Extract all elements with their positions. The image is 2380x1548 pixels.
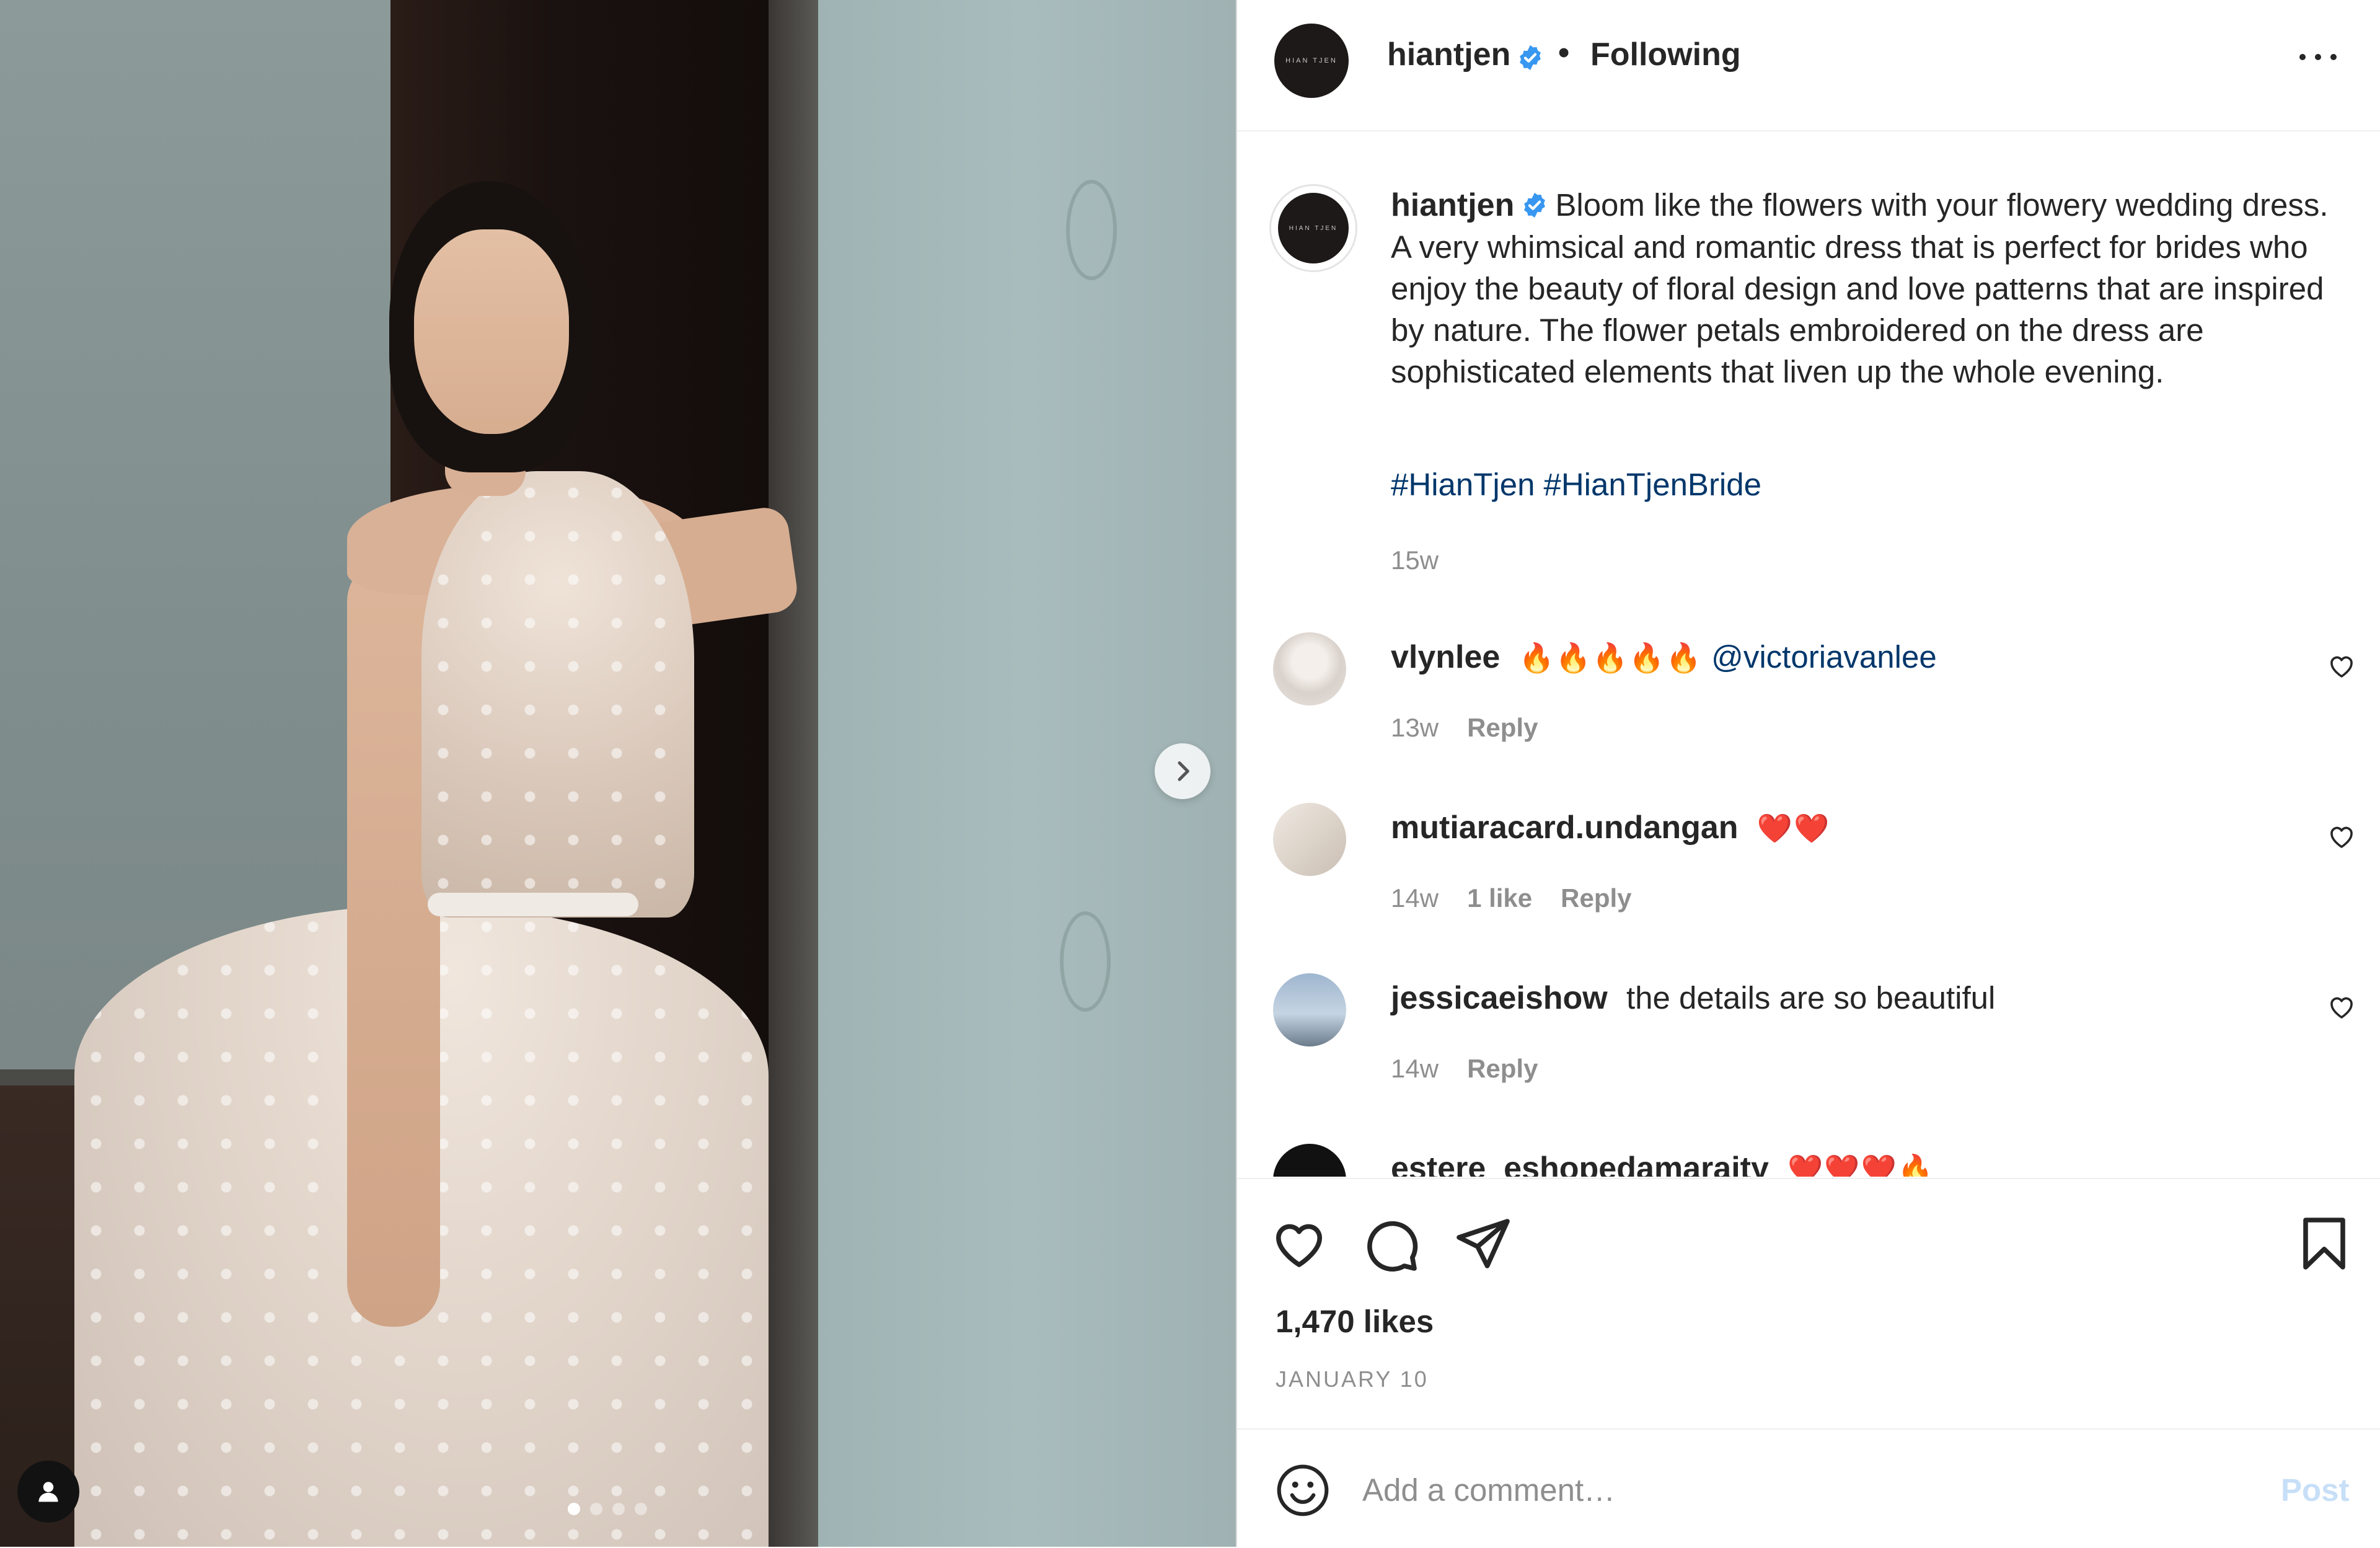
comment-text-line: estere_eshopedamaraity ❤️❤️❤️🔥 — [1391, 1150, 1934, 1177]
comment-like-heart-icon[interactable] — [2327, 992, 2356, 1022]
comment-reply-button[interactable]: Reply — [1561, 883, 1631, 913]
comment-timestamp[interactable]: 14w — [1391, 1054, 1439, 1084]
comment-emoji: ❤️❤️ — [1756, 812, 1831, 845]
comment-reply-button[interactable]: Reply — [1467, 1054, 1538, 1084]
following-button[interactable]: Following — [1590, 36, 1741, 73]
author-username[interactable]: hiantjen — [1387, 36, 1510, 73]
post-date[interactable]: JANUARY 10 — [1276, 1366, 1429, 1392]
commenter-avatar[interactable] — [1273, 803, 1346, 876]
comment-timestamp[interactable]: 14w — [1391, 883, 1439, 913]
comment-meta: 14w 1 like Reply — [1391, 883, 1632, 913]
commenter-avatar[interactable] — [1273, 973, 1346, 1046]
comment-row: mutiaracard.undangan ❤️❤️ 14w 1 like Rep… — [1237, 803, 2380, 964]
hashtag-link[interactable]: #HianTjen — [1391, 467, 1535, 502]
comment-timestamp[interactable]: 13w — [1391, 713, 1439, 743]
comment-text: the details are so beautiful — [1626, 980, 1996, 1015]
more-options-icon[interactable] — [2299, 45, 2337, 69]
avatar-logo-text: HIAN TJEN — [1289, 224, 1338, 232]
comment-text-line: vlynlee 🔥🔥🔥🔥🔥 @victoriavanlee — [1391, 639, 1937, 676]
comment-like-heart-icon[interactable] — [2327, 821, 2356, 851]
instagram-post-window: HIAN TJEN hiantjen • Following HIAN TJEN… — [0, 0, 2380, 1547]
comments-section[interactable]: HIAN TJEN hiantjen Bloom like the flower… — [1237, 131, 2380, 1177]
dress-belt — [428, 893, 638, 916]
bookmark-icon[interactable] — [2294, 1214, 2354, 1273]
comment-row: estere_eshopedamaraity ❤️❤️❤️🔥 — [1237, 1144, 2380, 1177]
header-separator: • — [1558, 35, 1570, 71]
post-side-panel: HIAN TJEN hiantjen • Following HIAN TJEN… — [1236, 0, 2380, 1547]
comment-text-line: mutiaracard.undangan ❤️❤️ — [1391, 809, 1830, 846]
post-caption: hiantjen Bloom like the flowers with you… — [1391, 184, 2333, 392]
carousel-dot — [590, 1503, 602, 1515]
comment-input[interactable] — [1361, 1458, 2231, 1521]
comment-meta: 13w Reply — [1391, 713, 1538, 743]
carousel-next-button[interactable] — [1155, 743, 1210, 799]
post-actions: 1,470 likes JANUARY 10 — [1237, 1178, 2380, 1427]
verified-badge-icon — [1524, 192, 1546, 218]
comment-likes-count[interactable]: 1 like — [1467, 883, 1532, 913]
smiley-face-icon[interactable] — [1274, 1462, 1331, 1519]
comment-like-heart-icon[interactable] — [2327, 651, 2356, 681]
heart-icon[interactable] — [1269, 1214, 1329, 1273]
add-comment-bar: Post — [1237, 1428, 2380, 1548]
caption-author-avatar[interactable]: HIAN TJEN — [1269, 184, 1357, 272]
caption-username[interactable]: hiantjen — [1391, 187, 1514, 223]
carousel-dot — [635, 1503, 647, 1515]
carousel-dot — [612, 1503, 625, 1515]
user-tag-icon — [38, 1482, 58, 1502]
user-tag-button[interactable] — [17, 1461, 79, 1523]
comment-row: vlynlee 🔥🔥🔥🔥🔥 @victoriavanlee 13w Reply — [1237, 632, 2380, 794]
chevron-right-icon — [1178, 761, 1189, 781]
comment-username[interactable]: vlynlee — [1391, 639, 1500, 675]
avatar-logo-text: HIAN TJEN — [1285, 57, 1338, 64]
comment-emoji: 🔥🔥🔥🔥🔥 — [1518, 641, 1703, 674]
hashtag-link[interactable]: #HianTjenBride — [1543, 467, 1761, 502]
caption-hashtags: #HianTjen #HianTjenBride — [1391, 466, 1770, 503]
comment-username[interactable]: jessicaeishow — [1391, 980, 1608, 1016]
paper-plane-icon[interactable] — [1453, 1214, 1512, 1273]
comment-username[interactable]: mutiaracard.undangan — [1391, 810, 1739, 846]
commenter-avatar[interactable] — [1273, 1144, 1346, 1177]
verified-badge-icon — [1520, 45, 1541, 71]
commenter-avatar[interactable] — [1273, 632, 1346, 705]
comment-mention[interactable]: @victoriavanlee — [1711, 639, 1937, 674]
comment-text-line: jessicaeishow the details are so beautif… — [1391, 980, 1995, 1017]
comment-meta: 14w Reply — [1391, 1054, 1538, 1084]
likes-count[interactable]: 1,470 likes — [1276, 1303, 1434, 1340]
comment-username[interactable]: estere_eshopedamaraity — [1391, 1151, 1769, 1177]
comment-row: jessicaeishow the details are so beautif… — [1237, 973, 2380, 1134]
post-header: HIAN TJEN hiantjen • Following — [1237, 0, 2380, 131]
post-photo[interactable] — [0, 0, 1236, 1547]
carousel-dot — [568, 1503, 580, 1515]
caption-timestamp[interactable]: 15w — [1391, 546, 1439, 575]
comment-emoji: ❤️❤️❤️🔥 — [1787, 1152, 1935, 1177]
bride-figure — [0, 0, 1236, 1547]
carousel-indicator — [568, 1503, 647, 1515]
author-avatar: HIAN TJEN — [1278, 193, 1349, 263]
bride-face — [414, 229, 569, 434]
author-avatar[interactable]: HIAN TJEN — [1274, 24, 1349, 98]
post-comment-button[interactable]: Post — [2281, 1472, 2350, 1508]
comment-reply-button[interactable]: Reply — [1467, 713, 1538, 743]
dress-bodice — [421, 471, 694, 918]
comment-bubble-icon[interactable] — [1361, 1214, 1421, 1273]
